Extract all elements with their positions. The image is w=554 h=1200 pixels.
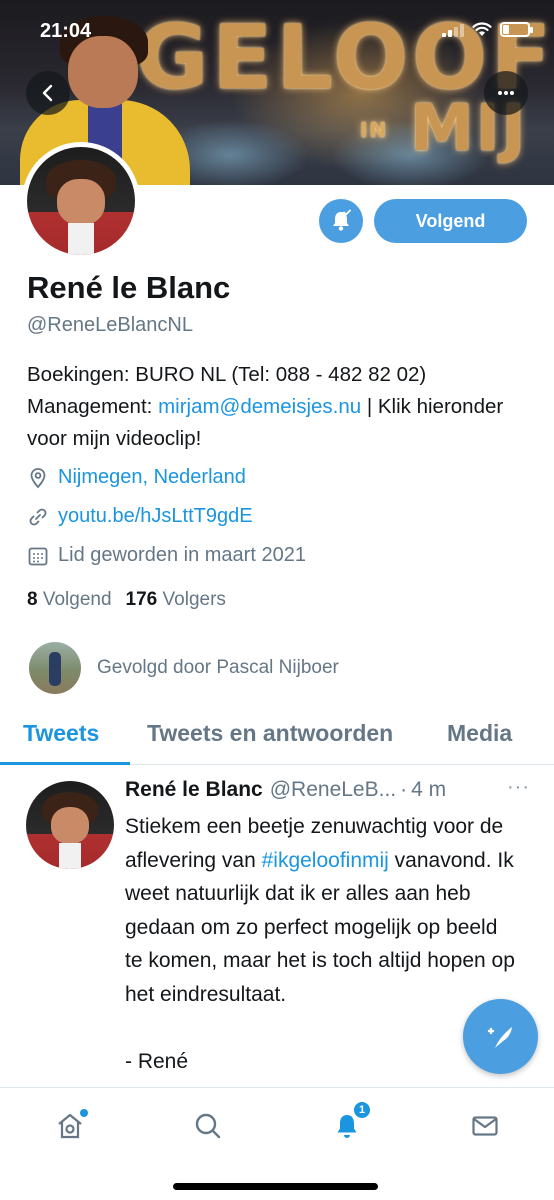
tweet-signature: - René (125, 1049, 189, 1073)
profile-avatar[interactable] (22, 142, 140, 260)
wifi-icon (472, 22, 492, 36)
tweet-author-avatar[interactable] (26, 781, 114, 869)
bell-check-icon (333, 209, 351, 231)
profile-handle: @ReneLeBlancNL (27, 314, 193, 336)
following-count-link[interactable]: 8 Volgend (27, 589, 112, 611)
bio-text: Management: (27, 395, 159, 418)
profile-location: Nijmegen, Nederland (27, 466, 246, 489)
profile-join-date: Lid geworden in maart 2021 (27, 544, 306, 567)
tweet-text[interactable]: Stiekem een beetje zenuwachtig voor de a… (125, 810, 520, 1078)
home-indicator[interactable] (173, 1183, 378, 1190)
more-horizontal-icon (498, 91, 514, 95)
status-time: 21:04 (40, 20, 92, 42)
location-pin-icon (30, 467, 46, 488)
compose-feather-icon (487, 1026, 512, 1048)
tab-media[interactable]: Media (447, 720, 512, 747)
profile-tabs: Tweets Tweets en antwoorden Media (0, 706, 554, 765)
follow-counts: 8 Volgend 176 Volgers (27, 589, 226, 611)
tweet-author-name[interactable]: René le Blanc (125, 778, 263, 802)
hashtag-link[interactable]: #ikgeloofinmij (262, 849, 389, 872)
mail-icon (472, 1116, 498, 1136)
chevron-left-icon (42, 84, 53, 102)
bio-line: Boekingen: BURO NL (Tel: 088 - 482 82 02… (27, 363, 427, 386)
compose-tweet-button[interactable] (463, 999, 538, 1074)
status-icons (442, 22, 533, 37)
calendar-icon (28, 547, 48, 565)
nav-notifications[interactable]: 1 (327, 1100, 372, 1146)
battery-icon (500, 22, 533, 37)
tweet-separator: · (400, 778, 408, 801)
more-options-button[interactable] (484, 71, 528, 115)
profile-name: René le Blanc (27, 270, 231, 305)
nav-search[interactable] (188, 1106, 228, 1146)
bio-email-link[interactable]: mirjam@demeisjes.nu (158, 395, 361, 418)
tab-tweets[interactable]: Tweets (23, 720, 99, 747)
banner-sign-text: IN (360, 118, 389, 142)
tab-tweets-and-replies[interactable]: Tweets en antwoorden (147, 720, 393, 747)
profile-website: youtu.be/hJsLttT9gdE (27, 505, 253, 528)
tweet-more-button[interactable]: ··· (507, 776, 530, 799)
back-button[interactable] (26, 71, 70, 115)
website-link[interactable]: youtu.be/hJsLttT9gdE (58, 505, 253, 528)
nav-home[interactable] (50, 1106, 90, 1146)
following-button[interactable]: Volgend (374, 199, 527, 243)
tweet-author-handle[interactable]: @ReneLeB... (270, 778, 396, 802)
followers-count-link[interactable]: 176 Volgers (126, 589, 226, 611)
notification-badge: 1 (352, 1100, 372, 1120)
home-new-indicator (80, 1109, 88, 1117)
active-tab-indicator (0, 762, 130, 765)
location-link[interactable]: Nijmegen, Nederland (58, 466, 246, 489)
notifications-toggle-button[interactable] (319, 199, 363, 243)
profile-bio: Boekingen: BURO NL (Tel: 088 - 482 82 02… (27, 359, 532, 455)
follower-avatar (29, 642, 81, 694)
followed-by-text: Gevolgd door Pascal Nijboer (97, 657, 339, 678)
cellular-signal-icon (442, 23, 464, 37)
tweet-timestamp: 4 m (411, 778, 447, 801)
nav-messages[interactable] (465, 1106, 505, 1146)
followed-by[interactable]: Gevolgd door Pascal Nijboer (29, 642, 339, 694)
join-date-text: Lid geworden in maart 2021 (58, 544, 306, 566)
link-icon (29, 508, 47, 525)
tweet-header: René le Blanc @ReneLeB... · 4 m (125, 778, 530, 802)
search-icon (195, 1113, 221, 1139)
